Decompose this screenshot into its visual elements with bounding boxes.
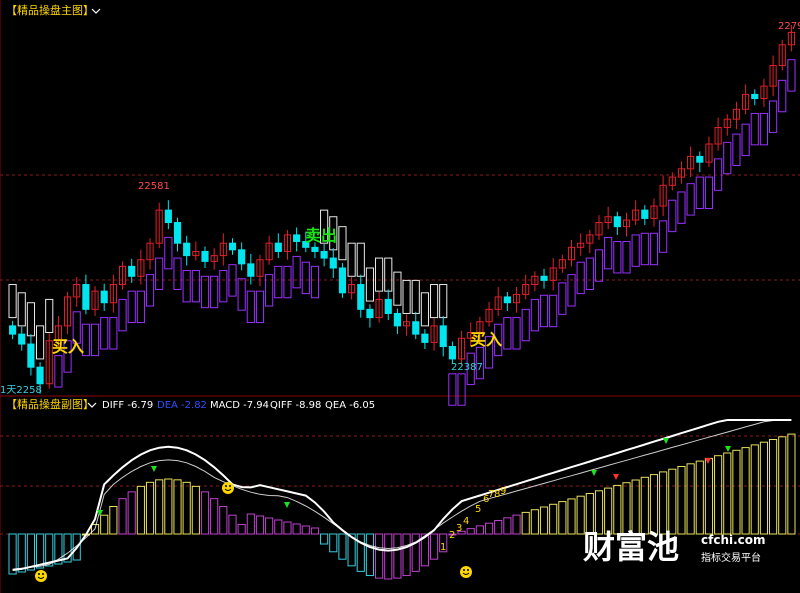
candle-body — [228, 242, 237, 251]
candle-body — [448, 346, 456, 360]
buy-signal-label: 买入 — [470, 330, 502, 349]
candle-body — [338, 267, 347, 294]
left-low-label: 1天2258 — [0, 385, 42, 396]
watermark-brand: 财富池 — [583, 528, 679, 566]
macd-indicator: MACD -7.94 — [210, 400, 269, 411]
candle-body — [366, 308, 374, 319]
candle-body — [393, 312, 402, 327]
buy-signal-label: 买入 — [52, 337, 84, 356]
low-price-label: 22387 — [451, 362, 483, 373]
candle-body — [384, 298, 392, 314]
candle-body — [27, 343, 35, 368]
count-label: 1 — [440, 542, 446, 553]
candle-body — [36, 366, 44, 385]
watermark-site: cfchi.com — [701, 533, 766, 547]
qea-indicator: QEA -6.05 — [325, 400, 375, 411]
candle-body — [201, 250, 209, 262]
candle-body — [164, 209, 172, 224]
candle-body — [9, 325, 17, 335]
main-panel-title: 【精品操盘主图】 — [6, 3, 94, 17]
candle-body — [100, 290, 108, 304]
candle-body — [183, 242, 191, 257]
candle-body — [173, 222, 182, 244]
candle-body — [311, 246, 319, 252]
candle-body — [439, 325, 447, 348]
candle-body — [247, 263, 255, 277]
candle-body — [540, 275, 548, 281]
count-label: 3 — [456, 523, 462, 534]
sub-panel-title: 【精品操盘副图】 — [6, 397, 94, 411]
sell-signal-label: 卖出 — [305, 226, 337, 245]
right-high-label: 2279 — [778, 21, 800, 32]
candle-body — [641, 209, 649, 219]
smiley-icon — [222, 482, 234, 494]
dea-indicator: DEA -2.82 — [157, 400, 207, 411]
candle-body — [329, 257, 337, 269]
watermark-tagline: 指标交易平台 — [701, 551, 761, 564]
candle-body — [751, 93, 759, 100]
count-label: 4 — [463, 516, 469, 527]
diff-indicator: DIFF -6.79 — [102, 400, 153, 411]
candle-body — [613, 216, 621, 228]
count-label: 2 — [449, 530, 455, 541]
candle-body — [320, 250, 328, 259]
candle-body — [238, 249, 246, 265]
candle-body — [421, 333, 429, 343]
count-label: 9 — [500, 486, 506, 497]
candle-body — [82, 284, 90, 310]
candle-body — [412, 321, 420, 335]
candle-body — [293, 234, 301, 243]
smiley-icon — [460, 566, 472, 578]
count-label: 5 — [475, 504, 481, 515]
smiley-icon — [35, 570, 47, 582]
high-price-label: 22581 — [138, 181, 170, 192]
chart-background — [0, 0, 800, 593]
candle-body — [128, 265, 136, 277]
candle-body — [503, 296, 511, 304]
candle-body — [696, 155, 704, 163]
candle-body — [18, 333, 26, 345]
candle-body — [274, 242, 282, 252]
candle-body — [357, 284, 365, 310]
stock-chart: 【精品操盘主图】 22581 22387 2279 1天2258 买入 买入 卖… — [0, 0, 800, 593]
qiff-indicator: QIFF -8.98 — [270, 400, 321, 411]
